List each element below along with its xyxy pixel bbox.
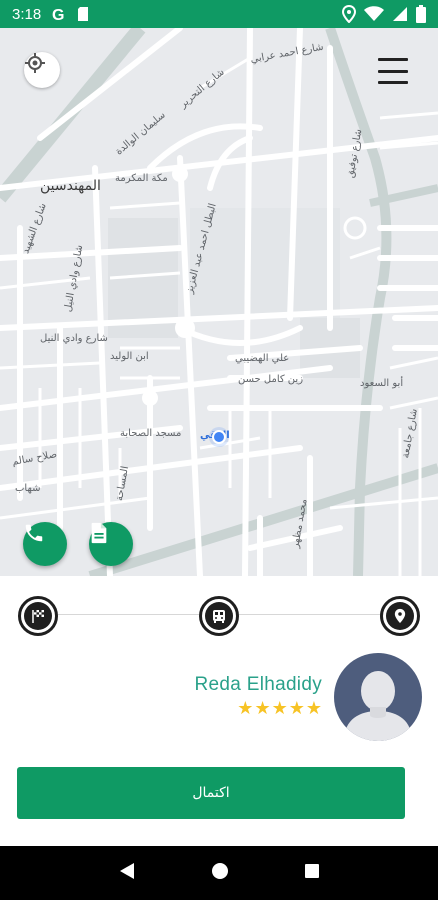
recents-square-icon: [305, 864, 320, 878]
driver-avatar: [334, 653, 422, 741]
location-icon: [342, 4, 356, 24]
map-label-mukarma: مكة المكرمة: [115, 173, 168, 184]
signal-icon: [392, 4, 408, 24]
details-button[interactable]: [89, 522, 133, 566]
bus-icon: [213, 610, 225, 623]
star-icon: ★: [305, 698, 322, 719]
menu-icon: [378, 58, 408, 61]
map-label-shehab: شهاب: [15, 483, 41, 494]
system-nav-bar: [0, 846, 438, 900]
map-label-current-location: الدقي: [200, 430, 230, 441]
wifi-icon: [364, 4, 384, 24]
map-label-abu: أبو السعود: [360, 378, 404, 389]
map-view[interactable]: المهندسين مكة المكرمة سليمان الوالدة شار…: [0, 28, 438, 576]
home-circle-icon: [211, 863, 228, 879]
map-label-fouad: مسجد الصحابة: [120, 428, 182, 439]
phone-icon: [25, 524, 43, 542]
status-bar: 3:18 G: [0, 0, 438, 28]
google-icon: G: [51, 4, 67, 24]
star-icon: ★: [288, 698, 305, 719]
status-time: 3:18: [12, 5, 42, 23]
complete-ride-button[interactable]: اكتمال: [17, 767, 405, 819]
driver-name: Reda Elhadidy: [194, 674, 322, 695]
map-label-nile: شارع وادي النيل: [40, 333, 108, 344]
sd-card-icon: [77, 4, 89, 24]
back-button[interactable]: [118, 861, 136, 885]
crosshair-icon: [25, 53, 45, 73]
person-silhouette-icon: [344, 671, 412, 741]
map-label-ebn: ابن الوليد: [110, 351, 149, 362]
map-label-hussein: علي الهضيبي: [235, 353, 290, 364]
step-vehicle: [199, 596, 239, 636]
menu-button[interactable]: [378, 58, 408, 84]
svg-text:G: G: [52, 7, 64, 22]
document-icon: [91, 522, 107, 544]
star-icon: ★: [254, 698, 271, 719]
driver-rating: ★ ★ ★ ★ ★: [237, 700, 322, 718]
checkered-flag-icon: [32, 610, 44, 623]
recents-button[interactable]: [304, 863, 320, 883]
back-triangle-icon: [119, 863, 134, 879]
star-icon: ★: [271, 698, 288, 719]
step-destination: [380, 596, 420, 636]
call-button[interactable]: [23, 522, 67, 566]
trip-panel: Reda Elhadidy ★ ★ ★ ★ ★ اكتمال: [0, 576, 438, 846]
my-location-button[interactable]: [24, 52, 60, 88]
ride-screen: 3:18 G المهندسين مكة المكرمة سليمان الوا…: [0, 0, 438, 900]
star-icon: ★: [237, 698, 254, 719]
home-button[interactable]: [211, 862, 229, 884]
map-label-muhandiseen: المهندسين: [40, 178, 101, 194]
map-label-zein: زين كامل حسن: [238, 374, 304, 385]
step-start: [18, 596, 58, 636]
battery-icon: [416, 4, 426, 24]
location-pin-icon: [394, 608, 406, 624]
